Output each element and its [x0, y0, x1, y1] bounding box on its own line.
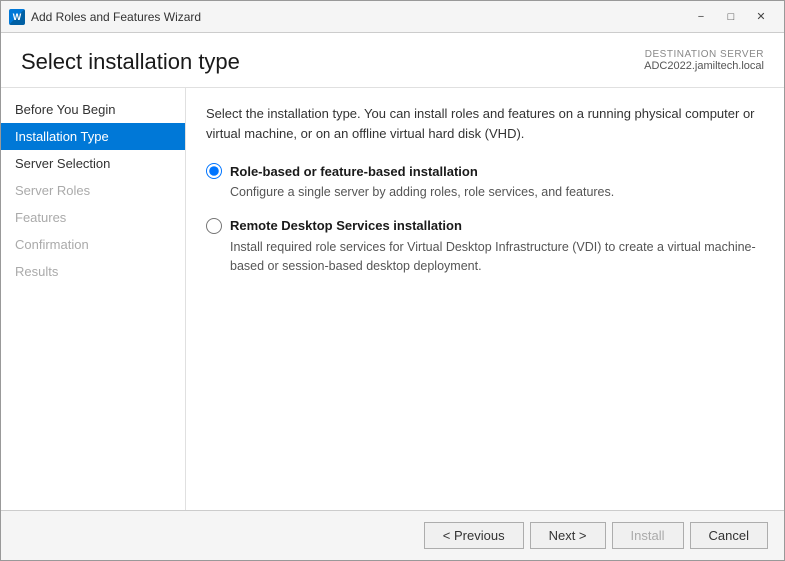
close-button[interactable]: ✕ [746, 6, 776, 28]
option-remote-desktop-label[interactable]: Remote Desktop Services installation [206, 218, 764, 234]
sidebar-item-before-you-begin[interactable]: Before You Begin [1, 96, 185, 123]
option-role-based-title: Role-based or feature-based installation [230, 164, 478, 179]
description-text: Select the installation type. You can in… [206, 104, 764, 143]
minimize-button[interactable]: − [686, 6, 716, 28]
sidebar-item-installation-type[interactable]: Installation Type [1, 123, 185, 150]
sidebar: Before You Begin Installation Type Serve… [1, 88, 186, 510]
window-controls: − □ ✕ [686, 6, 776, 28]
app-icon: W [9, 9, 25, 25]
wizard-window: W Add Roles and Features Wizard − □ ✕ Se… [0, 0, 785, 561]
option-role-based-description: Configure a single server by adding role… [230, 183, 764, 202]
window-title: Add Roles and Features Wizard [31, 10, 686, 24]
sidebar-item-server-roles: Server Roles [1, 177, 185, 204]
cancel-button[interactable]: Cancel [690, 522, 768, 549]
destination-server-name: ADC2022.jamiltech.local [644, 60, 764, 72]
wizard-header: Select installation type DESTINATION SER… [1, 33, 784, 88]
sidebar-item-confirmation: Confirmation [1, 231, 185, 258]
option-role-based: Role-based or feature-based installation… [206, 163, 764, 202]
previous-button[interactable]: < Previous [424, 522, 524, 549]
sidebar-item-server-selection[interactable]: Server Selection [1, 150, 185, 177]
sidebar-item-features: Features [1, 204, 185, 231]
wizard-footer: < Previous Next > Install Cancel [1, 510, 784, 560]
page-title: Select installation type [21, 49, 240, 75]
maximize-button[interactable]: □ [716, 6, 746, 28]
option-role-based-label[interactable]: Role-based or feature-based installation [206, 163, 764, 179]
main-panel: Select the installation type. You can in… [186, 88, 784, 510]
sidebar-item-results: Results [1, 258, 185, 285]
destination-server-info: DESTINATION SERVER ADC2022.jamiltech.loc… [644, 49, 764, 72]
install-button: Install [612, 522, 684, 549]
option-remote-desktop-description: Install required role services for Virtu… [230, 238, 764, 276]
destination-label: DESTINATION SERVER [644, 49, 764, 60]
option-remote-desktop: Remote Desktop Services installation Ins… [206, 218, 764, 276]
title-bar: W Add Roles and Features Wizard − □ ✕ [1, 1, 784, 33]
next-button[interactable]: Next > [530, 522, 606, 549]
radio-remote-desktop[interactable] [206, 218, 222, 234]
wizard-content: Before You Begin Installation Type Serve… [1, 88, 784, 510]
radio-role-based[interactable] [206, 163, 222, 179]
option-remote-desktop-title: Remote Desktop Services installation [230, 218, 462, 233]
